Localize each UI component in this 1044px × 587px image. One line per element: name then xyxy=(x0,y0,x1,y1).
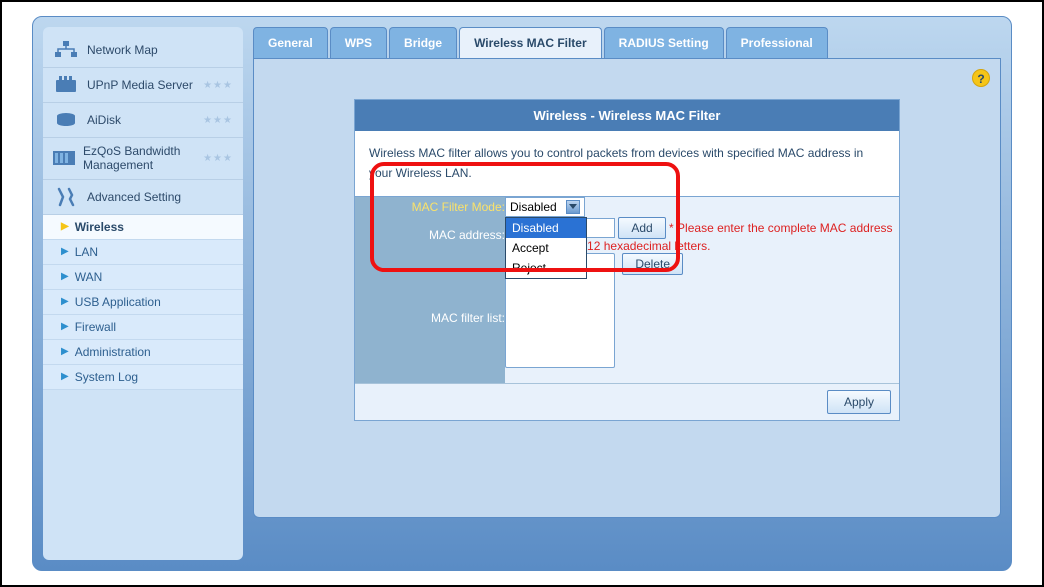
add-button[interactable]: Add xyxy=(618,217,665,239)
tab-bar: General WPS Bridge Wireless MAC Filter R… xyxy=(253,27,1001,58)
sidebar-sub-firewall[interactable]: ▶ Firewall xyxy=(43,315,243,340)
tab-bridge[interactable]: Bridge xyxy=(389,27,457,58)
sidebar-sub-label: LAN xyxy=(75,245,98,259)
sidebar-item-network-map[interactable]: Network Map xyxy=(43,33,243,68)
main-content: General WPS Bridge Wireless MAC Filter R… xyxy=(253,27,1001,560)
arrow-icon: ▶ xyxy=(61,221,69,232)
sidebar-sub-label: USB Application xyxy=(75,295,161,309)
sidebar-sub-wan[interactable]: ▶ WAN xyxy=(43,265,243,290)
rating-icon: ★★★ xyxy=(203,153,233,164)
tab-mac-filter[interactable]: Wireless MAC Filter xyxy=(459,27,602,58)
settings-card: Wireless - Wireless MAC Filter Wireless … xyxy=(354,99,900,421)
apply-button[interactable]: Apply xyxy=(827,390,891,414)
sidebar-label: Advanced Setting xyxy=(87,190,181,204)
sidebar-sub-label: Administration xyxy=(75,345,151,359)
sidebar-sub-admin[interactable]: ▶ Administration xyxy=(43,340,243,365)
mode-dropdown[interactable]: Disabled Disabled Accept Reject xyxy=(505,197,585,217)
delete-button[interactable]: Delete xyxy=(622,253,683,275)
sidebar-sub-syslog[interactable]: ▶ System Log xyxy=(43,365,243,390)
sidebar-sub-label: WAN xyxy=(75,270,103,284)
arrow-icon: ▶ xyxy=(61,321,69,332)
mode-option-accept[interactable]: Accept xyxy=(506,238,586,258)
mode-option-reject[interactable]: Reject xyxy=(506,258,586,278)
sidebar-label: AiDisk xyxy=(87,113,121,127)
mode-label: MAC Filter Mode: xyxy=(355,197,505,217)
sidebar-item-advanced[interactable]: Advanced Setting xyxy=(43,180,243,215)
qos-icon xyxy=(53,147,75,169)
mode-option-disabled[interactable]: Disabled xyxy=(506,218,586,238)
tab-wps[interactable]: WPS xyxy=(330,27,387,58)
tab-general[interactable]: General xyxy=(253,27,328,58)
mode-dropdown-list: Disabled Accept Reject xyxy=(505,217,587,279)
arrow-icon: ▶ xyxy=(61,246,69,257)
sidebar-item-aidisk[interactable]: AiDisk ★★★ xyxy=(43,103,243,138)
sidebar-sub-label: System Log xyxy=(75,370,138,384)
sidebar: Network Map UPnP Media Server ★★★ AiDisk… xyxy=(43,27,243,560)
app-frame: Network Map UPnP Media Server ★★★ AiDisk… xyxy=(0,0,1044,587)
sidebar-item-upnp[interactable]: UPnP Media Server ★★★ xyxy=(43,68,243,103)
tools-icon xyxy=(53,186,79,208)
sidebar-sub-usb[interactable]: ▶ USB Application xyxy=(43,290,243,315)
sidebar-sub-lan[interactable]: ▶ LAN xyxy=(43,240,243,265)
sidebar-sub-label: Firewall xyxy=(75,320,116,334)
app-panel: Network Map UPnP Media Server ★★★ AiDisk… xyxy=(32,16,1012,571)
tab-radius[interactable]: RADIUS Setting xyxy=(604,27,724,58)
chevron-down-icon xyxy=(566,200,580,214)
list-label: MAC filter list: xyxy=(355,253,505,383)
sidebar-sub-wireless[interactable]: ▶ Wireless xyxy=(43,215,243,240)
sidebar-label: Network Map xyxy=(87,43,158,57)
card-title: Wireless - Wireless MAC Filter xyxy=(355,100,899,131)
help-icon[interactable]: ? xyxy=(972,69,990,87)
disk-icon xyxy=(53,109,79,131)
content-panel: ? Wireless - Wireless MAC Filter Wireles… xyxy=(253,58,1001,518)
arrow-icon: ▶ xyxy=(61,296,69,307)
mode-dropdown-field[interactable]: Disabled xyxy=(505,197,585,217)
sidebar-sub-label: Wireless xyxy=(75,220,124,234)
address-label: MAC address: xyxy=(355,217,505,253)
sidebar-item-ezqos[interactable]: EzQoS Bandwidth Management ★★★ xyxy=(43,138,243,180)
arrow-icon: ▶ xyxy=(61,371,69,382)
media-icon xyxy=(53,74,79,96)
rating-icon: ★★★ xyxy=(203,80,233,91)
tab-professional[interactable]: Professional xyxy=(726,27,828,58)
card-description: Wireless MAC filter allows you to contro… xyxy=(355,131,899,197)
rating-icon: ★★★ xyxy=(203,115,233,126)
arrow-icon: ▶ xyxy=(61,271,69,282)
mode-value: Disabled xyxy=(510,200,557,214)
network-icon xyxy=(53,39,79,61)
sidebar-label: UPnP Media Server xyxy=(87,78,193,92)
arrow-icon: ▶ xyxy=(61,346,69,357)
sidebar-label: EzQoS Bandwidth Management xyxy=(83,144,203,173)
